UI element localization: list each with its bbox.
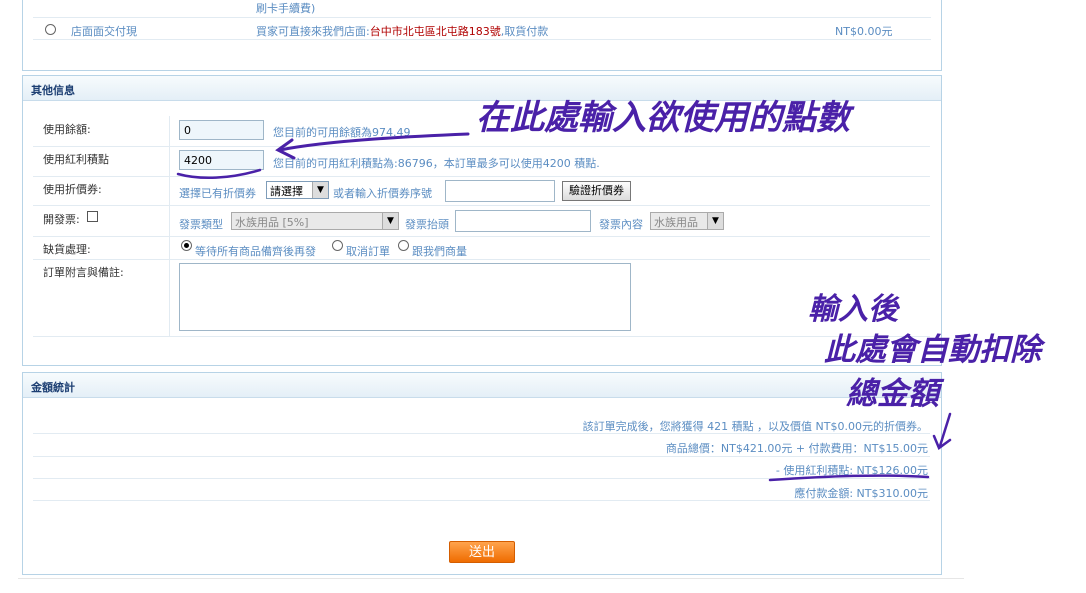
annotation-right-2: 此處會自動扣除	[824, 332, 1041, 368]
points-hint: 您目前的可用紅利積點為:86796，本訂單最多可以使用4200 積點.	[273, 157, 600, 170]
shortage-option-wait: 等待所有商品備齊後再發	[195, 245, 316, 258]
verify-coupon-button[interactable]: 驗證折價券	[562, 181, 631, 201]
invoice-content-select[interactable]: 水族用品 ▼	[650, 212, 724, 230]
divider	[33, 17, 931, 18]
points-deduction-line: - 使用紅利積點: NT$126.00元	[775, 464, 928, 477]
annotation-right-1: 輸入後	[808, 292, 898, 327]
coupon-code-input[interactable]	[445, 180, 555, 202]
shortage-label: 缺貨處理:	[43, 243, 91, 256]
chevron-down-icon[interactable]: ▼	[312, 182, 328, 198]
row-divider	[33, 456, 930, 457]
balance-label: 使用餘額:	[43, 123, 91, 136]
balance-hint: 您目前的可用餘額為974.49	[273, 126, 411, 139]
coupon-or-text: 或者輸入折價券序號	[333, 187, 432, 200]
totals-header: 金額統計	[23, 373, 941, 398]
invoice-type-value: 水族用品 [5%]	[235, 216, 309, 229]
payable-line: 應付款金額: NT$310.00元	[794, 487, 928, 500]
annotation-top: 在此處輸入欲使用的點數	[476, 98, 850, 138]
invoice-title-input[interactable]	[455, 210, 591, 232]
submit-button[interactable]: 送出	[449, 541, 515, 563]
other-info-title: 其他信息	[31, 84, 75, 97]
prev-fee-note: 刷卡手續費)	[256, 2, 316, 15]
reward-line: 該訂單完成後，您將獲得 421 積點 ，以及價值 NT$0.00元的折價券。	[582, 420, 928, 433]
invoice-label: 開發票:	[43, 213, 80, 226]
coupon-select-value: 請選擇	[270, 185, 303, 198]
cod-desc-address: 台中市北屯區北屯路183號	[369, 25, 501, 38]
cod-desc-suffix: ,取貨付款	[500, 25, 549, 38]
invoice-title-label: 發票抬頭	[405, 218, 449, 231]
points-input[interactable]	[179, 150, 264, 170]
divider	[33, 39, 931, 40]
chevron-down-icon[interactable]: ▼	[382, 213, 398, 229]
balance-input[interactable]	[179, 120, 264, 140]
cod-desc: 買家可直接來我們店面:台中市北屯區北屯路183號,取貨付款	[256, 23, 548, 39]
payment-panel: 刷卡手續費) 店面面交付現 買家可直接來我們店面:台中市北屯區北屯路183號,取…	[22, 0, 942, 71]
cod-price: NT$0.00元	[835, 25, 893, 38]
invoice-content-value: 水族用品	[654, 216, 698, 229]
invoice-type-select[interactable]: 水族用品 [5%] ▼	[231, 212, 399, 230]
bottom-strip	[18, 578, 964, 593]
shortage-radio-wait[interactable]	[181, 240, 192, 251]
annotation-right-3: 總金額	[846, 376, 939, 412]
coupon-select[interactable]: 請選擇 ▼	[266, 181, 329, 199]
note-label: 訂單附言與備註:	[43, 266, 124, 279]
cod-radio[interactable]	[45, 24, 56, 35]
shortage-radio-contact[interactable]	[398, 240, 409, 251]
shortage-option-cancel: 取消訂單	[346, 245, 390, 258]
invoice-type-label: 發票類型	[179, 218, 223, 231]
goods-total-line: 商品總價：NT$421.00元 + 付款費用：NT$15.00元	[665, 442, 928, 455]
points-label: 使用紅利積點	[43, 153, 109, 166]
row-divider	[33, 478, 930, 479]
coupon-prefix: 選擇已有折價券	[179, 187, 256, 200]
totals-title: 金額統計	[31, 381, 75, 394]
invoice-checkbox[interactable]	[87, 211, 98, 222]
invoice-content-label: 發票內容	[599, 218, 643, 231]
shortage-option-contact: 跟我們商量	[412, 245, 467, 258]
note-textarea[interactable]	[179, 263, 631, 331]
coupon-label: 使用折價券:	[43, 183, 102, 196]
chevron-down-icon[interactable]: ▼	[707, 213, 723, 229]
shortage-radio-cancel[interactable]	[332, 240, 343, 251]
cod-label: 店面面交付現	[71, 25, 137, 38]
cod-desc-prefix: 買家可直接來我們店面:	[256, 25, 370, 38]
row-divider	[33, 336, 930, 337]
